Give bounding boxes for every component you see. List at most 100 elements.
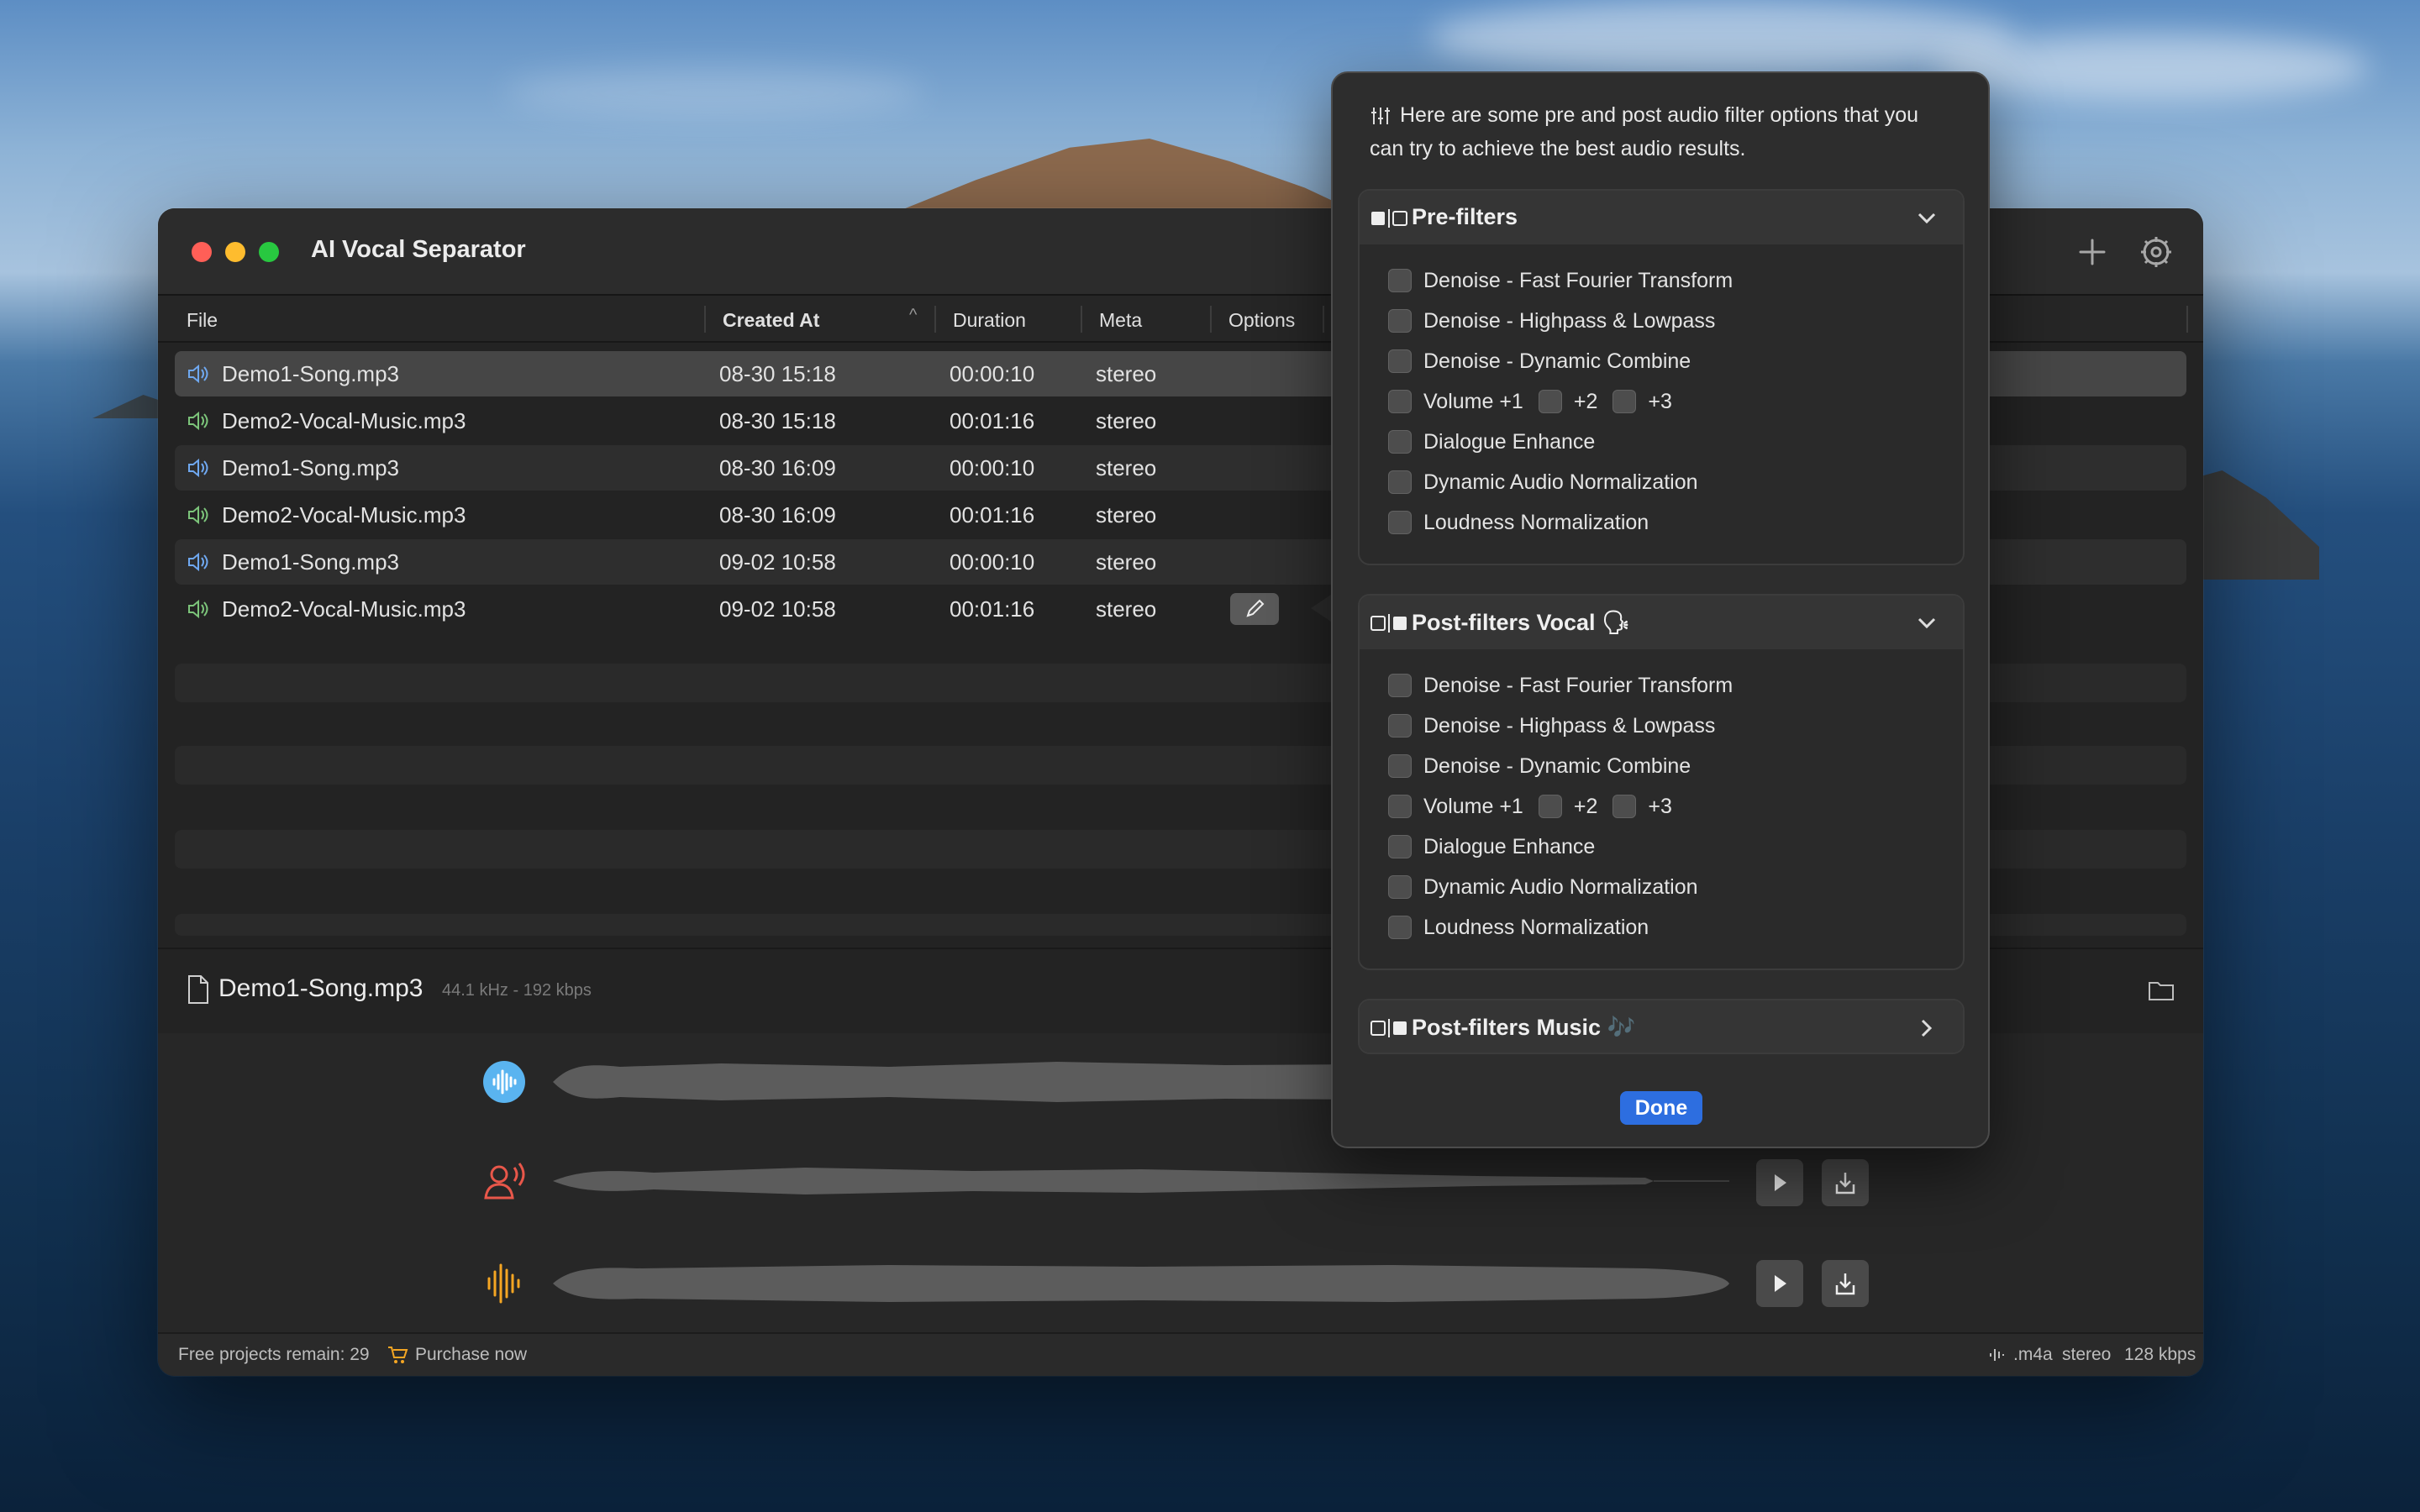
pre-filter-icon: [1371, 209, 1407, 228]
output-channels: stereo: [2062, 1345, 2112, 1364]
pre-loudness-normalization-option[interactable]: Loudness Normalization: [1388, 510, 1649, 537]
vocal-waveform-icon: [483, 1061, 525, 1103]
output-format: .m4a: [2013, 1345, 2053, 1364]
chevron-down-icon[interactable]: [1912, 609, 1941, 638]
checkbox[interactable]: [1538, 795, 1562, 819]
created-at: 08-30 16:09: [719, 502, 836, 528]
checkbox[interactable]: [1388, 511, 1412, 535]
checkbox[interactable]: [1388, 309, 1412, 333]
meta: stereo: [1096, 502, 1157, 528]
meta: stereo: [1096, 408, 1157, 433]
status-bar: Free projects remain: 29 Purchase now .m…: [158, 1332, 2203, 1376]
column-separator[interactable]: [1323, 306, 1324, 333]
speaker-icon: [188, 458, 208, 478]
checkbox[interactable]: [1388, 674, 1412, 698]
column-separator[interactable]: [934, 306, 936, 333]
checkbox[interactable]: [1388, 714, 1412, 738]
cart-icon[interactable]: [387, 1345, 408, 1365]
pre-denoise-fft-option[interactable]: Denoise - Fast Fourier Transform: [1388, 268, 1733, 295]
column-meta[interactable]: Meta: [1099, 309, 1142, 332]
maximize-window-button[interactable]: [259, 242, 279, 262]
app-title: AI Vocal Separator: [311, 236, 526, 263]
option-label: Denoise - Dynamic Combine: [1423, 349, 1691, 373]
folder-icon[interactable]: [2148, 979, 2175, 1001]
popover-intro-text: Here are some pre and post audio filter …: [1370, 103, 1919, 160]
created-at: 09-02 10:58: [719, 596, 836, 622]
checkbox[interactable]: [1388, 795, 1412, 819]
pre-dynamic-normalization-option[interactable]: Dynamic Audio Normalization: [1388, 470, 1698, 496]
checkbox[interactable]: [1388, 430, 1412, 454]
pre-denoise-dynamic-option[interactable]: Denoise - Dynamic Combine: [1388, 349, 1691, 375]
cloud: [1933, 34, 2370, 101]
edit-options-button[interactable]: [1230, 593, 1279, 625]
current-file-meta: 44.1 kHz - 192 kbps: [442, 981, 592, 1000]
file-name: Demo2-Vocal-Music.mp3: [222, 502, 466, 528]
option-label: Dynamic Audio Normalization: [1423, 874, 1698, 899]
column-created-at[interactable]: Created At: [723, 309, 819, 332]
column-options[interactable]: Options: [1228, 309, 1295, 332]
purchase-now-link[interactable]: Purchase now: [415, 1345, 527, 1365]
checkbox[interactable]: [1388, 390, 1412, 414]
done-button[interactable]: Done: [1620, 1091, 1702, 1125]
music-waveform-icon: [487, 1263, 520, 1304]
option-label: +2: [1573, 389, 1598, 413]
post-vocal-denoise-fft-option[interactable]: Denoise - Fast Fourier Transform: [1388, 673, 1733, 700]
mountain: [891, 139, 1361, 214]
music-waveform[interactable]: [553, 1260, 1729, 1307]
checkbox[interactable]: [1612, 795, 1637, 819]
checkbox[interactable]: [1388, 875, 1412, 900]
column-separator[interactable]: [704, 306, 706, 333]
pre-dialogue-enhance-option[interactable]: Dialogue Enhance: [1388, 429, 1595, 456]
post-vocal-denoise-highpass-option[interactable]: Denoise - Highpass & Lowpass: [1388, 713, 1715, 740]
speaker-icon: [188, 505, 208, 525]
play-icon: [1775, 1275, 1786, 1292]
gear-icon[interactable]: [2138, 234, 2175, 270]
post-vocal-header[interactable]: Post-filters Vocal 🗣: [1360, 596, 1963, 649]
checkbox[interactable]: [1388, 470, 1412, 495]
close-window-button[interactable]: [192, 242, 212, 262]
speech-waveform[interactable]: [553, 1158, 1729, 1205]
speaker-icon: [188, 552, 208, 572]
pre-filters-section: Pre-filters Denoise - Fast Fourier Trans…: [1358, 189, 1965, 565]
created-at: 08-30 15:18: [719, 361, 836, 386]
column-file[interactable]: File: [187, 309, 218, 332]
post-music-header[interactable]: Post-filters Music 🎶: [1360, 1000, 1963, 1053]
post-vocal-volume-option[interactable]: Volume +1 +2 +3: [1388, 794, 1672, 821]
minimize-window-button[interactable]: [225, 242, 245, 262]
export-button[interactable]: [1822, 1260, 1869, 1307]
post-vocal-loudness-normalization-option[interactable]: Loudness Normalization: [1388, 915, 1649, 942]
export-button[interactable]: [1822, 1159, 1869, 1206]
option-label: Denoise - Highpass & Lowpass: [1423, 713, 1716, 738]
checkbox[interactable]: [1388, 269, 1412, 293]
option-label: Denoise - Fast Fourier Transform: [1423, 673, 1733, 697]
chevron-right-icon[interactable]: [1912, 1014, 1941, 1042]
play-button[interactable]: [1756, 1260, 1803, 1307]
option-label: Loudness Normalization: [1423, 510, 1649, 534]
checkbox[interactable]: [1612, 390, 1637, 414]
checkbox[interactable]: [1388, 916, 1412, 940]
pre-filters-header[interactable]: Pre-filters: [1360, 191, 1963, 244]
file-name: Demo2-Vocal-Music.mp3: [222, 408, 466, 433]
column-separator[interactable]: [1210, 306, 1212, 333]
checkbox[interactable]: [1388, 754, 1412, 779]
duration: 00:00:10: [950, 361, 1035, 386]
post-vocal-dynamic-normalization-option[interactable]: Dynamic Audio Normalization: [1388, 874, 1698, 901]
post-vocal-dialogue-enhance-option[interactable]: Dialogue Enhance: [1388, 834, 1595, 861]
pre-volume-option[interactable]: Volume +1 +2 +3: [1388, 389, 1672, 416]
chevron-down-icon[interactable]: [1912, 204, 1941, 233]
checkbox[interactable]: [1388, 835, 1412, 859]
plus-icon[interactable]: [2074, 234, 2111, 270]
pencil-icon: [1246, 599, 1265, 617]
checkbox[interactable]: [1538, 390, 1562, 414]
column-duration[interactable]: Duration: [953, 309, 1026, 332]
meta: stereo: [1096, 549, 1157, 575]
option-label: +3: [1648, 794, 1672, 818]
column-separator[interactable]: [1081, 306, 1082, 333]
column-separator[interactable]: [2186, 306, 2188, 333]
file-name: Demo2-Vocal-Music.mp3: [222, 596, 466, 622]
play-button[interactable]: [1756, 1159, 1803, 1206]
pre-denoise-highpass-option[interactable]: Denoise - Highpass & Lowpass: [1388, 308, 1715, 335]
post-music-title: Post-filters Music 🎶: [1412, 1015, 1636, 1040]
checkbox[interactable]: [1388, 349, 1412, 374]
post-vocal-denoise-dynamic-option[interactable]: Denoise - Dynamic Combine: [1388, 753, 1691, 780]
